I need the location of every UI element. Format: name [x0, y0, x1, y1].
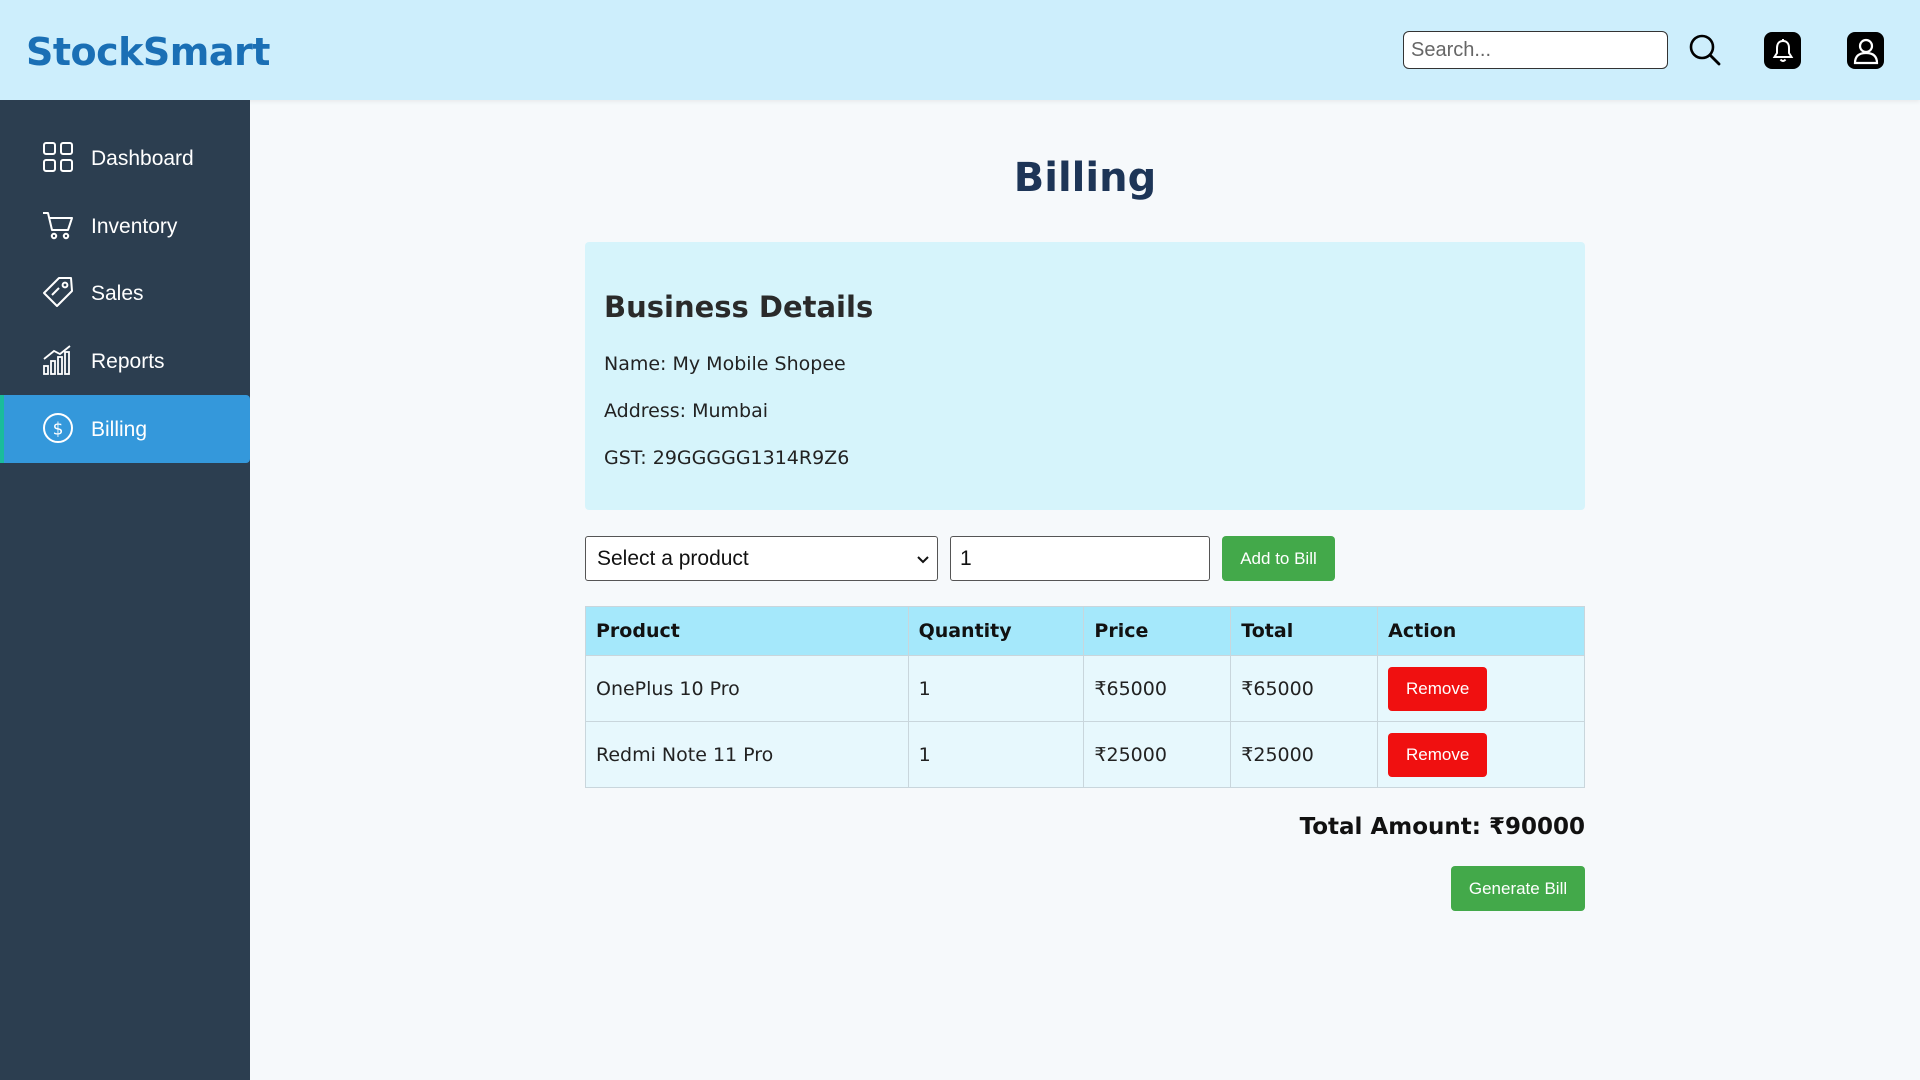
- bell-icon[interactable]: [1764, 32, 1801, 69]
- cell-total: ₹25000: [1230, 721, 1379, 788]
- page-title: Billing: [1013, 155, 1157, 201]
- business-address: Address: Mumbai: [604, 400, 769, 422]
- remove-button[interactable]: Remove: [1388, 732, 1488, 777]
- bill-table: Product Quantity Price Total Action OneP…: [585, 606, 1585, 788]
- column-header-action: Action: [1377, 606, 1585, 656]
- user-icon[interactable]: [1847, 32, 1884, 69]
- product-select[interactable]: Select a product: [585, 536, 938, 581]
- sidebar-item-label: Reports: [91, 350, 165, 373]
- sidebar-item-label: Inventory: [91, 215, 178, 238]
- sidebar-item-label: Sales: [91, 282, 144, 305]
- cell-product: Redmi Note 11 Pro: [585, 721, 909, 788]
- grid-icon: [43, 142, 73, 172]
- cell-quantity: 1: [907, 655, 1085, 722]
- sidebar: Dashboard Inventory Sales Reports $ Bill…: [0, 100, 250, 1080]
- search-icon[interactable]: [1686, 31, 1724, 69]
- cell-action: Remove: [1377, 721, 1585, 788]
- sidebar-item-label: Billing: [91, 418, 148, 441]
- svg-text:$: $: [53, 420, 64, 440]
- tag-icon: [43, 277, 73, 307]
- cell-total: ₹65000: [1230, 655, 1379, 722]
- table-header-row: Product Quantity Price Total Action: [585, 606, 1585, 656]
- sidebar-item-sales[interactable]: Sales: [0, 259, 250, 327]
- add-to-bill-button[interactable]: Add to Bill: [1222, 536, 1335, 581]
- dollar-circle-icon: $: [43, 413, 73, 443]
- quantity-input[interactable]: [950, 536, 1210, 581]
- bar-chart-icon: [43, 345, 71, 375]
- cell-quantity: 1: [907, 721, 1085, 788]
- total-amount: Total Amount: ₹90000: [1299, 814, 1585, 840]
- sidebar-item-inventory[interactable]: Inventory: [0, 192, 250, 260]
- app-logo[interactable]: StockSmart: [26, 30, 270, 74]
- business-name: Name: My Mobile Shopee: [604, 353, 846, 375]
- product-select-value: Select a product: [597, 546, 749, 570]
- table-row: Redmi Note 11 Pro 1 ₹25000 ₹25000 Remove: [585, 721, 1585, 788]
- column-header-price: Price: [1083, 606, 1232, 656]
- column-header-quantity: Quantity: [907, 606, 1085, 656]
- table-row: OnePlus 10 Pro 1 ₹65000 ₹65000 Remove: [585, 655, 1585, 722]
- sidebar-item-label: Dashboard: [91, 147, 194, 170]
- sidebar-item-billing[interactable]: $ Billing: [0, 395, 250, 463]
- column-header-product: Product: [585, 606, 909, 656]
- top-header: StockSmart: [0, 0, 1920, 100]
- business-details-card: Business Details Name: My Mobile Shopee …: [585, 242, 1585, 510]
- chevron-down-icon: [917, 556, 929, 564]
- cell-price: ₹65000: [1083, 655, 1232, 722]
- column-header-total: Total: [1230, 606, 1379, 656]
- sidebar-item-dashboard[interactable]: Dashboard: [0, 124, 250, 192]
- business-details-heading: Business Details: [604, 290, 874, 324]
- sidebar-item-reports[interactable]: Reports: [0, 327, 250, 395]
- business-gst: GST: 29GGGGG1314R9Z6: [604, 447, 850, 469]
- cell-price: ₹25000: [1083, 721, 1232, 788]
- cell-action: Remove: [1377, 655, 1585, 722]
- cart-icon: [43, 212, 73, 240]
- generate-bill-button[interactable]: Generate Bill: [1451, 866, 1585, 911]
- remove-button[interactable]: Remove: [1388, 666, 1488, 711]
- cell-product: OnePlus 10 Pro: [585, 655, 909, 722]
- search-input[interactable]: [1403, 31, 1668, 69]
